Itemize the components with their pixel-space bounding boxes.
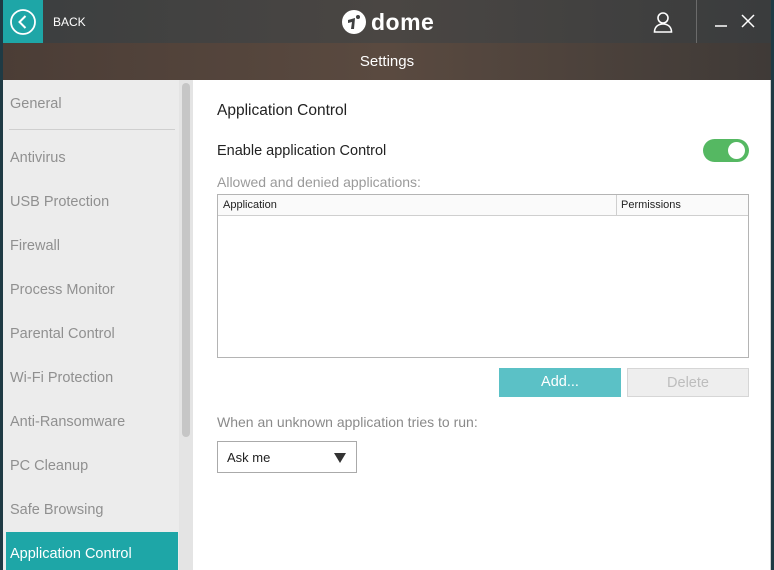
dome-logo: dome xyxy=(341,8,434,36)
unknown-app-action-value: Ask me xyxy=(227,450,271,465)
brand-name: dome xyxy=(371,8,435,35)
enable-app-control-label: Enable application Control xyxy=(217,143,387,159)
page-title: Application Control xyxy=(217,102,348,119)
allowed-denied-caption: Allowed and denied applications: xyxy=(217,174,421,190)
page-header: Settings xyxy=(3,43,771,80)
dome-logo-icon xyxy=(342,10,366,34)
sidebar-scrollbar[interactable] xyxy=(179,80,193,570)
sidebar-item-process-monitor[interactable]: Process Monitor xyxy=(3,268,179,312)
sidebar-item-wifi-protection[interactable]: Wi-Fi Protection xyxy=(3,356,179,400)
table-header: Application Permissions xyxy=(218,195,748,216)
dropdown-arrow-icon xyxy=(334,453,346,463)
sidebar-item-usb-protection[interactable]: USB Protection xyxy=(3,180,179,224)
enable-app-control-toggle[interactable] xyxy=(703,139,749,162)
sidebar-item-safe-browsing[interactable]: Safe Browsing xyxy=(3,488,179,532)
back-label[interactable]: BACK xyxy=(53,15,86,29)
sidebar-item-application-control[interactable]: Application Control xyxy=(6,532,178,570)
unknown-app-caption: When an unknown application tries to run… xyxy=(217,414,478,430)
unknown-app-action-select[interactable]: Ask me xyxy=(217,441,357,473)
user-button[interactable] xyxy=(651,10,675,34)
user-icon xyxy=(653,12,673,33)
window-edge xyxy=(770,80,771,570)
sidebar-item-pc-cleanup[interactable]: PC Cleanup xyxy=(3,444,179,488)
sidebar-divider xyxy=(9,129,175,130)
minimize-button[interactable] xyxy=(713,14,729,30)
column-header-application[interactable]: Application xyxy=(223,199,277,211)
close-button[interactable] xyxy=(740,13,756,29)
back-button[interactable] xyxy=(3,0,43,43)
back-arrow-icon xyxy=(10,8,36,35)
sidebar-item-general[interactable]: General xyxy=(3,82,179,126)
title-bar: BACK dome xyxy=(3,0,771,43)
toggle-knob xyxy=(728,142,745,159)
sidebar-item-antivirus[interactable]: Antivirus xyxy=(3,136,179,180)
sidebar-item-anti-ransomware[interactable]: Anti-Ransomware xyxy=(3,400,179,444)
minimize-icon xyxy=(715,25,727,27)
column-header-permissions[interactable]: Permissions xyxy=(621,199,681,211)
sidebar: General Antivirus USB Protection Firewal… xyxy=(3,80,193,570)
title-bar-divider xyxy=(696,0,697,43)
add-button[interactable]: Add... xyxy=(499,368,621,397)
app-window: BACK dome Settings General Antivirus USB… xyxy=(3,0,771,570)
close-icon xyxy=(741,14,755,28)
sidebar-item-parental-control[interactable]: Parental Control xyxy=(3,312,179,356)
sidebar-item-firewall[interactable]: Firewall xyxy=(3,224,179,268)
applications-table[interactable]: Application Permissions xyxy=(217,194,749,358)
main-panel: Application Control Enable application C… xyxy=(193,80,771,570)
column-divider[interactable] xyxy=(616,195,617,215)
sidebar-scroll-thumb[interactable] xyxy=(182,83,190,437)
delete-button[interactable]: Delete xyxy=(627,368,749,397)
